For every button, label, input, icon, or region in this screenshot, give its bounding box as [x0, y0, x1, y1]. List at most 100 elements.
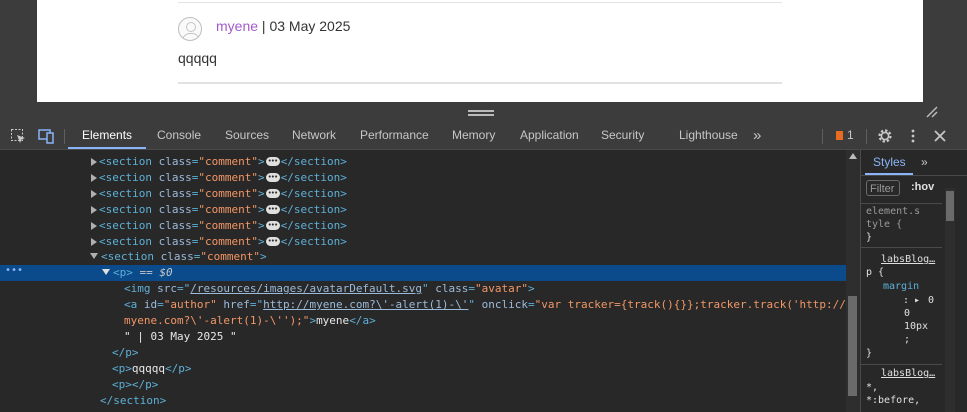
gear-icon[interactable]: [877, 128, 893, 144]
ellipsis-icon[interactable]: [265, 201, 280, 217]
comment-date: 03 May 2025: [269, 18, 351, 34]
dom-scrollbar[interactable]: [846, 150, 860, 412]
close-icon[interactable]: [932, 128, 948, 144]
divider: [861, 246, 942, 248]
element-style-selector: element.s: [866, 206, 921, 217]
comment-author-link[interactable]: myene: [216, 18, 258, 34]
ellipsis-icon[interactable]: [265, 185, 280, 201]
tab-console[interactable]: Console: [157, 122, 201, 149]
css-selector: *:before,: [866, 395, 921, 406]
scroll-thumb[interactable]: [848, 296, 857, 396]
styles-filter-input[interactable]: Filter: [866, 180, 900, 196]
node-actions-icon[interactable]: •••: [5, 265, 23, 276]
toolbar-separator: [822, 129, 823, 144]
dom-node-p-close[interactable]: </p>: [0, 345, 846, 361]
tab-elements[interactable]: Elements: [82, 122, 132, 149]
dom-node-img[interactable]: <img src="/resources/images/avatarDefaul…: [0, 281, 846, 297]
issues-count: 1: [847, 128, 854, 142]
tab-sources[interactable]: Sources: [225, 122, 269, 149]
a-href-link[interactable]: http://myene.com?\'-alert(1)-\': [263, 298, 468, 311]
css-property-value[interactable]: 0: [928, 295, 934, 306]
devtools-toolbar: Elements Console Sources Network Perform…: [0, 122, 967, 150]
tab-network[interactable]: Network: [292, 122, 336, 149]
css-property-name[interactable]: margin: [883, 281, 919, 292]
css-semicolon: ;: [904, 334, 911, 345]
css-selector: *,: [866, 382, 879, 393]
issues-counter[interactable]: 1: [836, 122, 854, 149]
dom-node-section[interactable]: <section class="comment"></section>: [0, 185, 846, 202]
tab-application[interactable]: Application: [520, 122, 579, 149]
collapse-arrow-icon[interactable]: [102, 269, 110, 275]
tab-security[interactable]: Security: [601, 122, 644, 149]
ellipsis-icon[interactable]: [265, 153, 280, 169]
css-property-value[interactable]: 0: [904, 308, 910, 319]
dom-node-section[interactable]: <section class="comment"></section>: [0, 201, 846, 218]
tab-styles[interactable]: Styles: [873, 150, 906, 174]
ellipsis-icon[interactable]: [265, 169, 280, 185]
expand-arrow-icon[interactable]: [91, 158, 97, 166]
devtools-resize-handle[interactable]: [468, 110, 494, 116]
divider: [861, 363, 942, 365]
active-tab-indicator: [865, 173, 913, 175]
brace: }: [866, 232, 873, 243]
more-tabs-icon[interactable]: »: [921, 150, 928, 174]
active-tab-indicator: [68, 147, 146, 149]
expand-arrow-icon[interactable]: [91, 238, 97, 246]
comment-text: qqqqq: [178, 50, 217, 66]
device-toolbar-icon[interactable]: [38, 128, 54, 144]
expand-arrow-icon[interactable]: ▸: [914, 295, 920, 306]
expand-arrow-icon[interactable]: [91, 190, 97, 198]
styles-scrollbar[interactable]: [945, 188, 955, 412]
element-style-selector: tyle {: [866, 219, 903, 230]
stylesheet-link[interactable]: labsBlog…: [881, 368, 935, 379]
blog-page: myene | 03 May 2025 qqqqq: [37, 0, 923, 102]
comment-separator: |: [258, 18, 270, 34]
ellipsis-icon[interactable]: [265, 233, 280, 249]
dom-node-text[interactable]: " | 03 May 2025 ": [0, 329, 846, 345]
dom-node-section-close[interactable]: </section>: [0, 393, 846, 409]
dom-node-p-empty[interactable]: <p></p>: [0, 377, 846, 393]
dom-node-section[interactable]: <section class="comment"></section>: [0, 233, 846, 250]
dom-node-a[interactable]: <a id="author" href="http://myene.com?\'…: [0, 297, 846, 313]
more-tabs-icon[interactable]: »: [753, 122, 761, 149]
dom-node-a-cont[interactable]: myene.com?\'-alert(1)-\'');">myene</a>: [0, 313, 846, 329]
ellipsis-icon[interactable]: [265, 217, 280, 233]
css-selector: p {: [866, 267, 885, 278]
img-src-link[interactable]: /resources/images/avatarDefault.svg: [190, 282, 422, 295]
dom-node-p-selected[interactable]: <p> == $0: [0, 265, 846, 281]
inspect-element-icon[interactable]: [10, 128, 26, 144]
styles-tabbar: Styles »: [861, 150, 967, 176]
dom-node-section[interactable]: <section class="comment"></section>: [0, 153, 846, 170]
devtools-panel: Elements Console Sources Network Perform…: [0, 122, 967, 412]
toolbar-separator: [64, 129, 65, 144]
divider: [178, 2, 782, 3]
dom-node-section[interactable]: <section class="comment"></section>: [0, 169, 846, 186]
divider: [861, 202, 942, 204]
expand-arrow-icon[interactable]: [91, 222, 97, 230]
expand-arrow-icon[interactable]: [91, 206, 97, 214]
brace: }: [866, 348, 873, 359]
issue-flag-icon: [836, 131, 843, 140]
dom-node-p[interactable]: <p>qqqqq</p>: [0, 361, 846, 377]
dom-tree[interactable]: <section class="comment"></section> <sec…: [0, 150, 846, 412]
toolbar-separator: [866, 129, 867, 144]
tab-lighthouse[interactable]: Lighthouse: [679, 122, 738, 149]
dom-node-section-expanded[interactable]: <section class="comment">: [0, 249, 846, 265]
css-property-value[interactable]: 10px: [904, 321, 928, 332]
tab-performance[interactable]: Performance: [360, 122, 429, 149]
collapse-arrow-icon[interactable]: [90, 253, 98, 259]
comment-meta: myene | 03 May 2025: [216, 18, 350, 34]
hov-toggle[interactable]: :hov: [911, 181, 934, 193]
css-colon: :: [903, 295, 910, 306]
stylesheet-link[interactable]: labsBlog…: [881, 254, 935, 265]
divider: [178, 82, 782, 84]
page-viewport: myene | 03 May 2025 qqqqq: [0, 0, 967, 122]
resize-corner-icon[interactable]: [926, 106, 938, 118]
avatar-icon: [178, 17, 202, 41]
tab-memory[interactable]: Memory: [452, 122, 495, 149]
more-options-icon[interactable]: [905, 128, 921, 144]
dom-node-section[interactable]: <section class="comment"></section>: [0, 217, 846, 234]
scroll-up-icon[interactable]: [849, 153, 857, 159]
expand-arrow-icon[interactable]: [91, 174, 97, 182]
scroll-thumb[interactable]: [946, 191, 954, 221]
